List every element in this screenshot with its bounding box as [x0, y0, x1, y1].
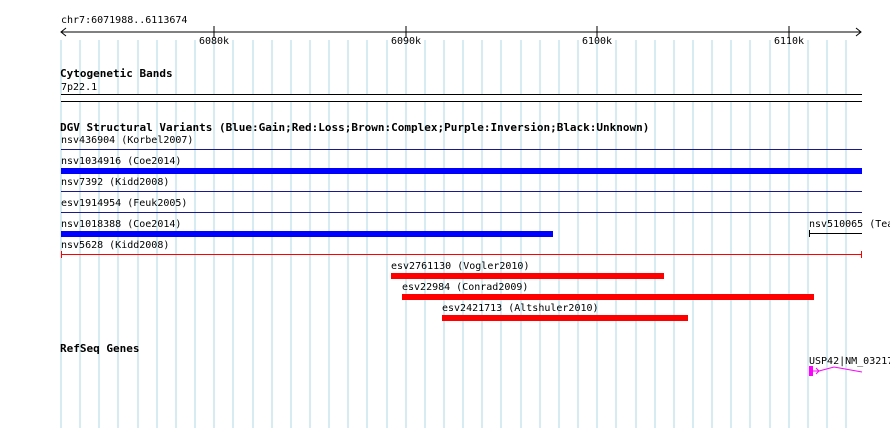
dgv-feature-label: nsv1018388 (Coe2014)	[61, 219, 182, 230]
dgv-feature-unknown[interactable]	[809, 233, 862, 234]
dgv-feature-loss[interactable]	[442, 315, 688, 321]
cytoband-bar[interactable]	[61, 94, 862, 102]
vertical-gridlines	[60, 40, 847, 428]
dgv-feature-label: esv22984 (Conrad2009)	[402, 282, 529, 293]
dgv-feature-loss[interactable]	[61, 254, 862, 255]
dgv-feature-label: nsv436904 (Korbel2007)	[61, 135, 194, 146]
dgv-feature-label: nsv1034916 (Coe2014)	[61, 156, 182, 167]
dgv-feature-gain[interactable]	[61, 231, 553, 237]
dgv-feature-inversion[interactable]	[61, 212, 862, 213]
dgv-feature-inversion[interactable]	[61, 191, 862, 192]
dgv-feature-unknown-cap	[809, 230, 810, 237]
dgv-feature-loss-cap	[61, 251, 62, 258]
dgv-feature-loss[interactable]	[391, 273, 664, 279]
cytoband-label: 7p22.1	[61, 82, 98, 93]
dgv-feature-label: nsv510065 (Tea	[809, 219, 890, 230]
dgv-feature-inversion[interactable]	[61, 149, 862, 150]
dgv-feature-loss[interactable]	[402, 294, 814, 300]
ruler-tick-label: 6100k	[581, 36, 613, 47]
gene-model[interactable]	[806, 364, 866, 380]
ruler-axis	[60, 26, 862, 38]
ruler-tick-label: 6090k	[390, 36, 422, 47]
dgv-feature-label: esv2761130 (Vogler2010)	[391, 261, 530, 272]
dgv-feature-loss-cap	[861, 251, 862, 258]
dgv-track-title[interactable]: DGV Structural Variants (Blue:Gain;Red:L…	[60, 122, 649, 134]
dgv-feature-label: esv1914954 (Feuk2005)	[61, 198, 188, 209]
dgv-feature-label: nsv7392 (Kidd2008)	[61, 177, 170, 188]
dgv-feature-label: nsv5628 (Kidd2008)	[61, 240, 170, 251]
ruler-tick-label: 6110k	[773, 36, 805, 47]
refseq-track-title[interactable]: RefSeq Genes	[60, 343, 139, 355]
genome-browser-panel: chr7:6071988..6113674 6080k 6090k 6100k …	[0, 0, 890, 428]
cytoband-track-title[interactable]: Cytogenetic Bands	[60, 68, 173, 80]
ruler-tick-label: 6080k	[198, 36, 230, 47]
dgv-feature-label: esv2421713 (Altshuler2010)	[442, 303, 599, 314]
dgv-feature-gain[interactable]	[61, 168, 862, 174]
